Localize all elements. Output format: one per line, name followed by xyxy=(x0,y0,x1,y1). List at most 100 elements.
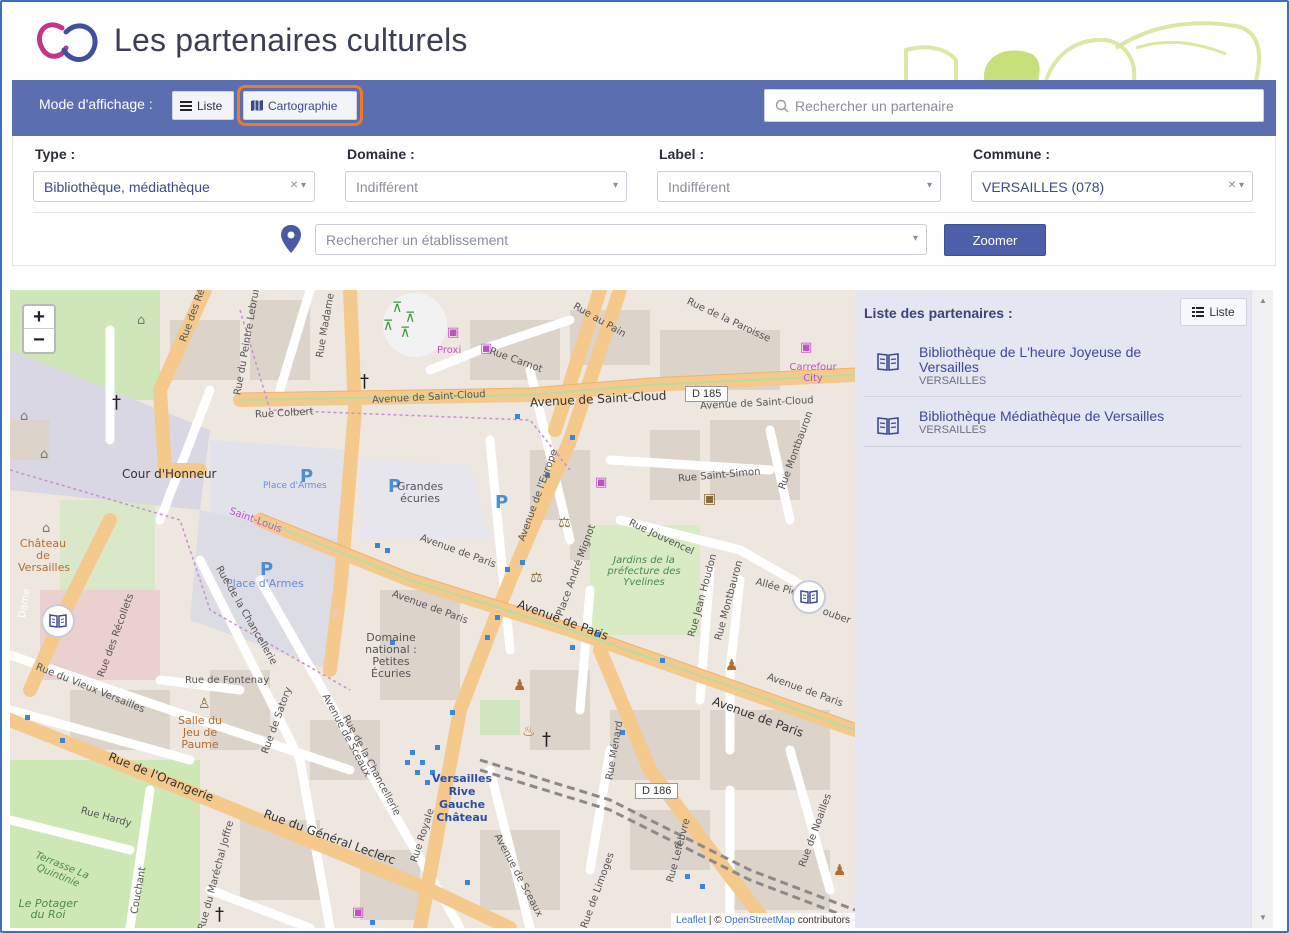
label-select-value: Indifférent xyxy=(668,178,731,195)
map-attribution: Leaflet | © OpenStreetMap contributors xyxy=(671,913,855,928)
svg-text:⊼: ⊼ xyxy=(383,318,393,334)
display-mode-bar: Mode d'affichage : Liste Cartographie xyxy=(12,80,1276,136)
partner-name[interactable]: Bibliothèque de L'heure Joyeuse de Versa… xyxy=(919,345,1199,375)
panel-scrollbar[interactable]: ▲ ▼ xyxy=(1251,290,1273,928)
domain-select-value: Indifférent xyxy=(356,178,419,195)
svg-text:⚖: ⚖ xyxy=(530,570,543,586)
chevron-down-icon: ▾ xyxy=(612,180,618,191)
attribution-separator: | © xyxy=(706,915,725,926)
station-label: Versailles Rive Gauche Château xyxy=(431,772,493,824)
svg-text:P: P xyxy=(495,492,508,513)
scroll-up-icon[interactable]: ▲ xyxy=(1259,296,1267,305)
map-label: Place d'Armes xyxy=(263,481,327,491)
commune-select[interactable]: VERSAILLES (078) ✕ ▾ xyxy=(971,171,1253,202)
page-header: Les partenaires culturels xyxy=(12,8,1276,80)
svg-text:⌂: ⌂ xyxy=(20,409,28,424)
map-view[interactable]: PP PP P †† †† ♟♟ ♨♟ ⚖⚖▣♙ ▣▣▣▣▣▣ ⊼⊼⊼⊼ ⌂⌂⌂… xyxy=(10,290,855,928)
svg-text:⌂: ⌂ xyxy=(42,521,50,536)
partners-list-title: Liste des partenaires : xyxy=(864,305,1013,321)
app-logo xyxy=(37,22,98,62)
partner-search-input[interactable] xyxy=(795,97,1255,114)
partner-item[interactable]: Bibliothèque de L'heure Joyeuse de Versa… xyxy=(864,345,1242,397)
page-title: Les partenaires culturels xyxy=(114,22,468,58)
svg-text:⊼: ⊼ xyxy=(405,310,415,326)
commune-select-value: VERSAILLES (078) xyxy=(982,178,1105,195)
svg-text:♟: ♟ xyxy=(833,861,846,879)
svg-text:†: † xyxy=(112,392,121,413)
library-map-marker[interactable] xyxy=(43,606,73,636)
scroll-down-icon[interactable]: ▼ xyxy=(1259,913,1267,922)
commune-filter-label: Commune : xyxy=(973,146,1050,162)
establishment-select[interactable]: Rechercher un établissement ▾ xyxy=(315,224,927,255)
library-map-marker[interactable] xyxy=(794,582,824,612)
book-icon xyxy=(800,590,818,604)
list-mode-button[interactable]: Liste xyxy=(172,91,234,120)
map-label: Rue de Fontenay xyxy=(185,675,270,686)
map-mode-label: Cartographie xyxy=(268,98,338,113)
book-icon xyxy=(877,417,899,435)
chevron-down-icon: ▾ xyxy=(926,180,932,191)
search-icon xyxy=(775,99,789,112)
svg-text:⚖: ⚖ xyxy=(558,515,571,531)
filters-panel: Type : Bibliothèque, médiathèque ✕ ▾ Dom… xyxy=(12,136,1276,266)
svg-text:⌂: ⌂ xyxy=(40,447,48,462)
list-view-button[interactable]: Liste xyxy=(1180,298,1247,326)
partner-city: VERSAILLES xyxy=(919,375,987,387)
osm-link[interactable]: OpenStreetMap xyxy=(724,915,795,926)
svg-text:†: † xyxy=(360,371,369,392)
domain-select[interactable]: Indifférent ▾ xyxy=(345,171,627,202)
map-label: Jardins de la préfecture des Yvelines xyxy=(607,555,681,588)
map-zoom-out-button[interactable]: − xyxy=(22,328,56,354)
label-filter-label: Label : xyxy=(659,146,705,162)
map-label: Le Potager du Roi xyxy=(18,897,78,921)
type-select[interactable]: Bibliothèque, médiathèque ✕ ▾ xyxy=(33,171,315,202)
type-filter-label: Type : xyxy=(35,146,76,162)
svg-text:⊼: ⊼ xyxy=(392,300,402,316)
establishment-select-placeholder: Rechercher un établissement xyxy=(326,231,509,248)
type-select-value: Bibliothèque, médiathèque xyxy=(44,178,210,195)
display-mode-label: Mode d'affichage : xyxy=(39,96,153,112)
book-icon xyxy=(49,614,67,628)
zoom-button[interactable]: Zoomer xyxy=(944,224,1046,256)
list-icon xyxy=(180,100,192,111)
partner-city: VERSAILLES xyxy=(919,424,987,436)
clear-and-dropdown-icon[interactable]: ✕ ▾ xyxy=(1228,180,1244,191)
svg-text:P: P xyxy=(332,608,340,624)
svg-text:†: † xyxy=(215,904,224,925)
map-label: Carrefour City xyxy=(789,362,837,384)
svg-text:♟: ♟ xyxy=(725,656,738,674)
leaflet-link[interactable]: Leaflet xyxy=(676,915,706,926)
map-label: Proxi xyxy=(437,345,462,356)
partner-name[interactable]: Bibliothèque Médiathèque de Versailles xyxy=(919,409,1219,424)
divider xyxy=(33,212,1255,213)
map-label: Salle du Jeu de Paume xyxy=(177,714,223,751)
svg-text:♙: ♙ xyxy=(198,696,211,712)
map-zoom-in-button[interactable]: + xyxy=(22,304,56,330)
domain-filter-label: Domaine : xyxy=(347,146,415,162)
partners-list-panel: Liste des partenaires : Liste Bibliothèq… xyxy=(855,290,1251,928)
chevron-down-icon: ▾ xyxy=(912,233,918,244)
map-label: Cour d'Honneur xyxy=(122,467,217,481)
label-select[interactable]: Indifférent ▾ xyxy=(657,171,941,202)
map-icon xyxy=(251,100,263,111)
map-label: Château de Versailles xyxy=(18,537,71,574)
clear-and-dropdown-icon[interactable]: ✕ ▾ xyxy=(290,180,306,191)
partner-search-box[interactable] xyxy=(764,89,1264,122)
map-label: Place d'Armes xyxy=(226,577,304,590)
book-icon xyxy=(877,353,899,371)
svg-text:†: † xyxy=(542,729,551,750)
road-shield: D 185 xyxy=(685,386,729,402)
list-mode-label: Liste xyxy=(197,98,223,113)
svg-text:▣: ▣ xyxy=(703,491,716,507)
road-shield: D 186 xyxy=(635,783,679,799)
map-label: Domaine national : Petites Écuries xyxy=(365,631,417,680)
header-decoration xyxy=(904,21,1262,80)
svg-text:⌂: ⌂ xyxy=(137,313,145,328)
map-label: Grandes écuries xyxy=(396,480,444,505)
svg-text:♨: ♨ xyxy=(522,722,535,740)
svg-text:▣: ▣ xyxy=(447,325,459,340)
partner-item[interactable]: Bibliothèque Médiathèque de Versailles V… xyxy=(864,409,1242,447)
attribution-tail: contributors xyxy=(794,915,850,926)
svg-text:▣: ▣ xyxy=(800,340,812,355)
map-mode-button[interactable]: Cartographie xyxy=(237,85,363,126)
